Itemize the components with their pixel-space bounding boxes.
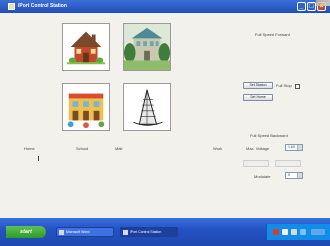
taskbar: start Microsoft Word iPort Control Stati… (0, 218, 330, 246)
set-home-button[interactable]: Set Home (243, 94, 273, 101)
word-icon (59, 229, 64, 235)
modulate-spinner[interactable]: 0 (285, 172, 303, 179)
modulate-label: Modulate (254, 174, 271, 179)
clock-icon[interactable] (311, 229, 325, 235)
mall-tile[interactable] (62, 83, 110, 131)
set-station-button[interactable]: Set Station (243, 82, 273, 89)
taskbar-item-control-station[interactable]: iPort Control Station (120, 227, 178, 237)
school-tile[interactable] (123, 23, 171, 71)
full-speed-backward-label: Full Speed Backward (250, 133, 288, 138)
house-icon (66, 31, 106, 65)
school-icon (124, 24, 170, 70)
system-tray (266, 224, 330, 240)
app-window-icon (123, 229, 128, 235)
control-station-window: Full Speed Forward Set Station Full Stop… (0, 13, 330, 218)
work-label: Work (213, 146, 223, 151)
security-icon[interactable] (273, 229, 279, 235)
pencil-decoration (316, 0, 330, 6)
school-label: School (76, 146, 89, 151)
display-icon[interactable] (300, 229, 306, 235)
app-icon (8, 3, 15, 10)
home-label: Home (24, 146, 35, 151)
home-tile[interactable] (62, 23, 110, 71)
mall-icon (67, 93, 105, 129)
position-indicator (38, 156, 39, 161)
window-title: iPort Control Station (18, 3, 67, 9)
start-button[interactable]: start (6, 226, 46, 238)
maximize-button[interactable]: □ (307, 2, 316, 11)
disabled-button-right[interactable] (275, 160, 301, 167)
volume-icon[interactable] (291, 229, 297, 235)
mall-label: Mall (115, 146, 123, 151)
title-bar: iPort Control Station _ □ × (0, 0, 330, 13)
disabled-button-left[interactable] (243, 160, 269, 167)
taskbar-item-word[interactable]: Microsoft Word (56, 227, 114, 237)
max-voltage-value: 1.60 (288, 145, 295, 149)
work-tile[interactable] (123, 83, 171, 131)
minimize-button[interactable]: _ (297, 2, 306, 11)
network-icon[interactable] (282, 229, 288, 235)
full-speed-forward-label: Full Speed Forward (255, 32, 290, 37)
office-tower-icon (133, 89, 163, 126)
modulate-value: 0 (288, 173, 290, 177)
full-stop-label: Full Stop (276, 83, 292, 88)
max-voltage-label: Max. Voltage (246, 146, 270, 151)
full-stop-checkbox[interactable] (295, 84, 300, 89)
max-voltage-spinner[interactable]: 1.60 (285, 144, 303, 151)
